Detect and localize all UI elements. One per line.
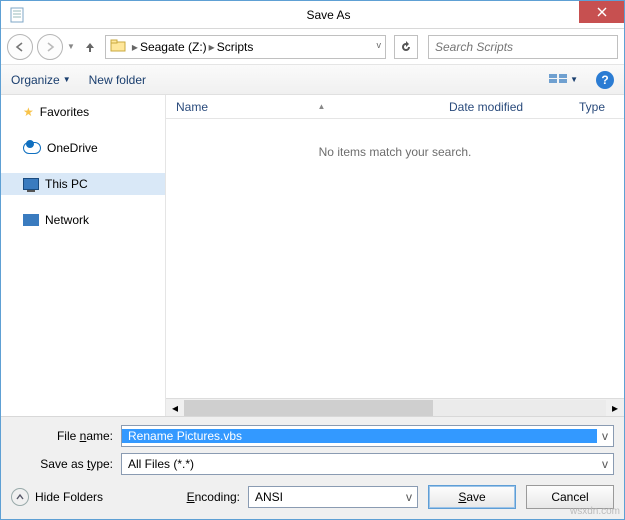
content-area: ★ Favorites OneDrive This PC Network — [1, 95, 624, 416]
chevron-right-icon[interactable]: ▸ — [209, 40, 215, 54]
col-name[interactable]: Name ▲ — [166, 100, 439, 114]
crumb-drive[interactable]: Seagate (Z:) — [140, 40, 207, 54]
bottom-panel: File name: Rename Pictures.vbs v Save as… — [1, 416, 624, 519]
encoding-label: Encoding: — [187, 490, 240, 504]
sidebar-item-label: OneDrive — [47, 141, 98, 155]
chevron-down-icon: ▼ — [570, 75, 578, 84]
back-button[interactable] — [7, 34, 33, 60]
pc-icon — [23, 178, 39, 190]
close-button[interactable] — [579, 1, 624, 23]
filename-input[interactable]: Rename Pictures.vbs — [122, 429, 597, 443]
sort-asc-icon: ▲ — [318, 102, 326, 111]
chevron-down-icon[interactable]: v — [597, 457, 613, 471]
scroll-left-icon[interactable]: ◂ — [166, 400, 184, 416]
sidebar-item-label: Network — [45, 213, 89, 227]
sidebar-item-favorites[interactable]: ★ Favorites — [1, 101, 165, 123]
savetype-value: All Files (*.*) — [122, 457, 597, 471]
forward-button[interactable] — [37, 34, 63, 60]
folder-icon — [110, 38, 126, 55]
file-area: Name ▲ Date modified Type No items match… — [166, 95, 624, 416]
refresh-button[interactable] — [394, 35, 418, 59]
titlebar: Save As — [1, 1, 624, 29]
sidebar-item-onedrive[interactable]: OneDrive — [1, 137, 165, 159]
save-button[interactable]: Save — [428, 485, 516, 509]
sidebar: ★ Favorites OneDrive This PC Network — [1, 95, 166, 416]
new-folder-button[interactable]: New folder — [89, 73, 146, 87]
recent-dropdown-icon[interactable]: ▼ — [67, 42, 75, 51]
scroll-track[interactable] — [184, 400, 606, 416]
sidebar-item-label: This PC — [45, 177, 88, 191]
help-button[interactable]: ? — [596, 71, 614, 89]
save-as-dialog: Save As ▼ ▸ Seagate (Z:) ▸ Scripts v — [0, 0, 625, 520]
savetype-combo[interactable]: All Files (*.*) v — [121, 453, 614, 475]
encoding-combo[interactable]: ANSI v — [248, 486, 418, 508]
organize-button[interactable]: Organize▼ — [11, 73, 71, 87]
filename-combo[interactable]: Rename Pictures.vbs v — [121, 425, 614, 447]
search-input[interactable] — [429, 40, 617, 54]
star-icon: ★ — [23, 105, 34, 119]
chevron-down-icon[interactable]: v — [377, 40, 382, 50]
chevron-down-icon[interactable]: v — [401, 490, 417, 504]
navbar: ▼ ▸ Seagate (Z:) ▸ Scripts v — [1, 29, 624, 65]
savetype-label: Save as type: — [11, 457, 121, 471]
title-text: Save As — [33, 8, 624, 22]
col-type[interactable]: Type — [569, 100, 624, 114]
crumb-folder[interactable]: Scripts — [217, 40, 254, 54]
scroll-thumb[interactable] — [184, 400, 433, 416]
filename-label: File name: — [11, 429, 121, 443]
watermark: wsxdn.com — [570, 506, 620, 517]
hide-folders-button[interactable]: Hide Folders — [11, 488, 103, 506]
sidebar-item-label: Favorites — [40, 105, 89, 119]
chevron-right-icon[interactable]: ▸ — [132, 40, 138, 54]
view-button[interactable]: ▼ — [548, 73, 578, 87]
breadcrumb-bar[interactable]: ▸ Seagate (Z:) ▸ Scripts v — [105, 35, 386, 59]
chevron-down-icon: ▼ — [63, 75, 71, 84]
up-button[interactable] — [79, 36, 101, 58]
scroll-right-icon[interactable]: ▸ — [606, 400, 624, 416]
network-icon — [23, 214, 39, 226]
horizontal-scrollbar[interactable]: ◂ ▸ — [166, 398, 624, 416]
chevron-down-icon[interactable]: v — [597, 429, 613, 443]
col-date[interactable]: Date modified — [439, 100, 569, 114]
empty-message: No items match your search. — [166, 119, 624, 398]
encoding-value: ANSI — [249, 490, 401, 504]
chevron-up-icon — [11, 488, 29, 506]
cloud-icon — [23, 142, 41, 154]
toolbar: Organize▼ New folder ▼ ? — [1, 65, 624, 95]
sidebar-item-thispc[interactable]: This PC — [1, 173, 165, 195]
sidebar-item-network[interactable]: Network — [1, 209, 165, 231]
notepad-icon — [9, 7, 25, 23]
search-box[interactable] — [428, 35, 618, 59]
column-headers: Name ▲ Date modified Type — [166, 95, 624, 119]
